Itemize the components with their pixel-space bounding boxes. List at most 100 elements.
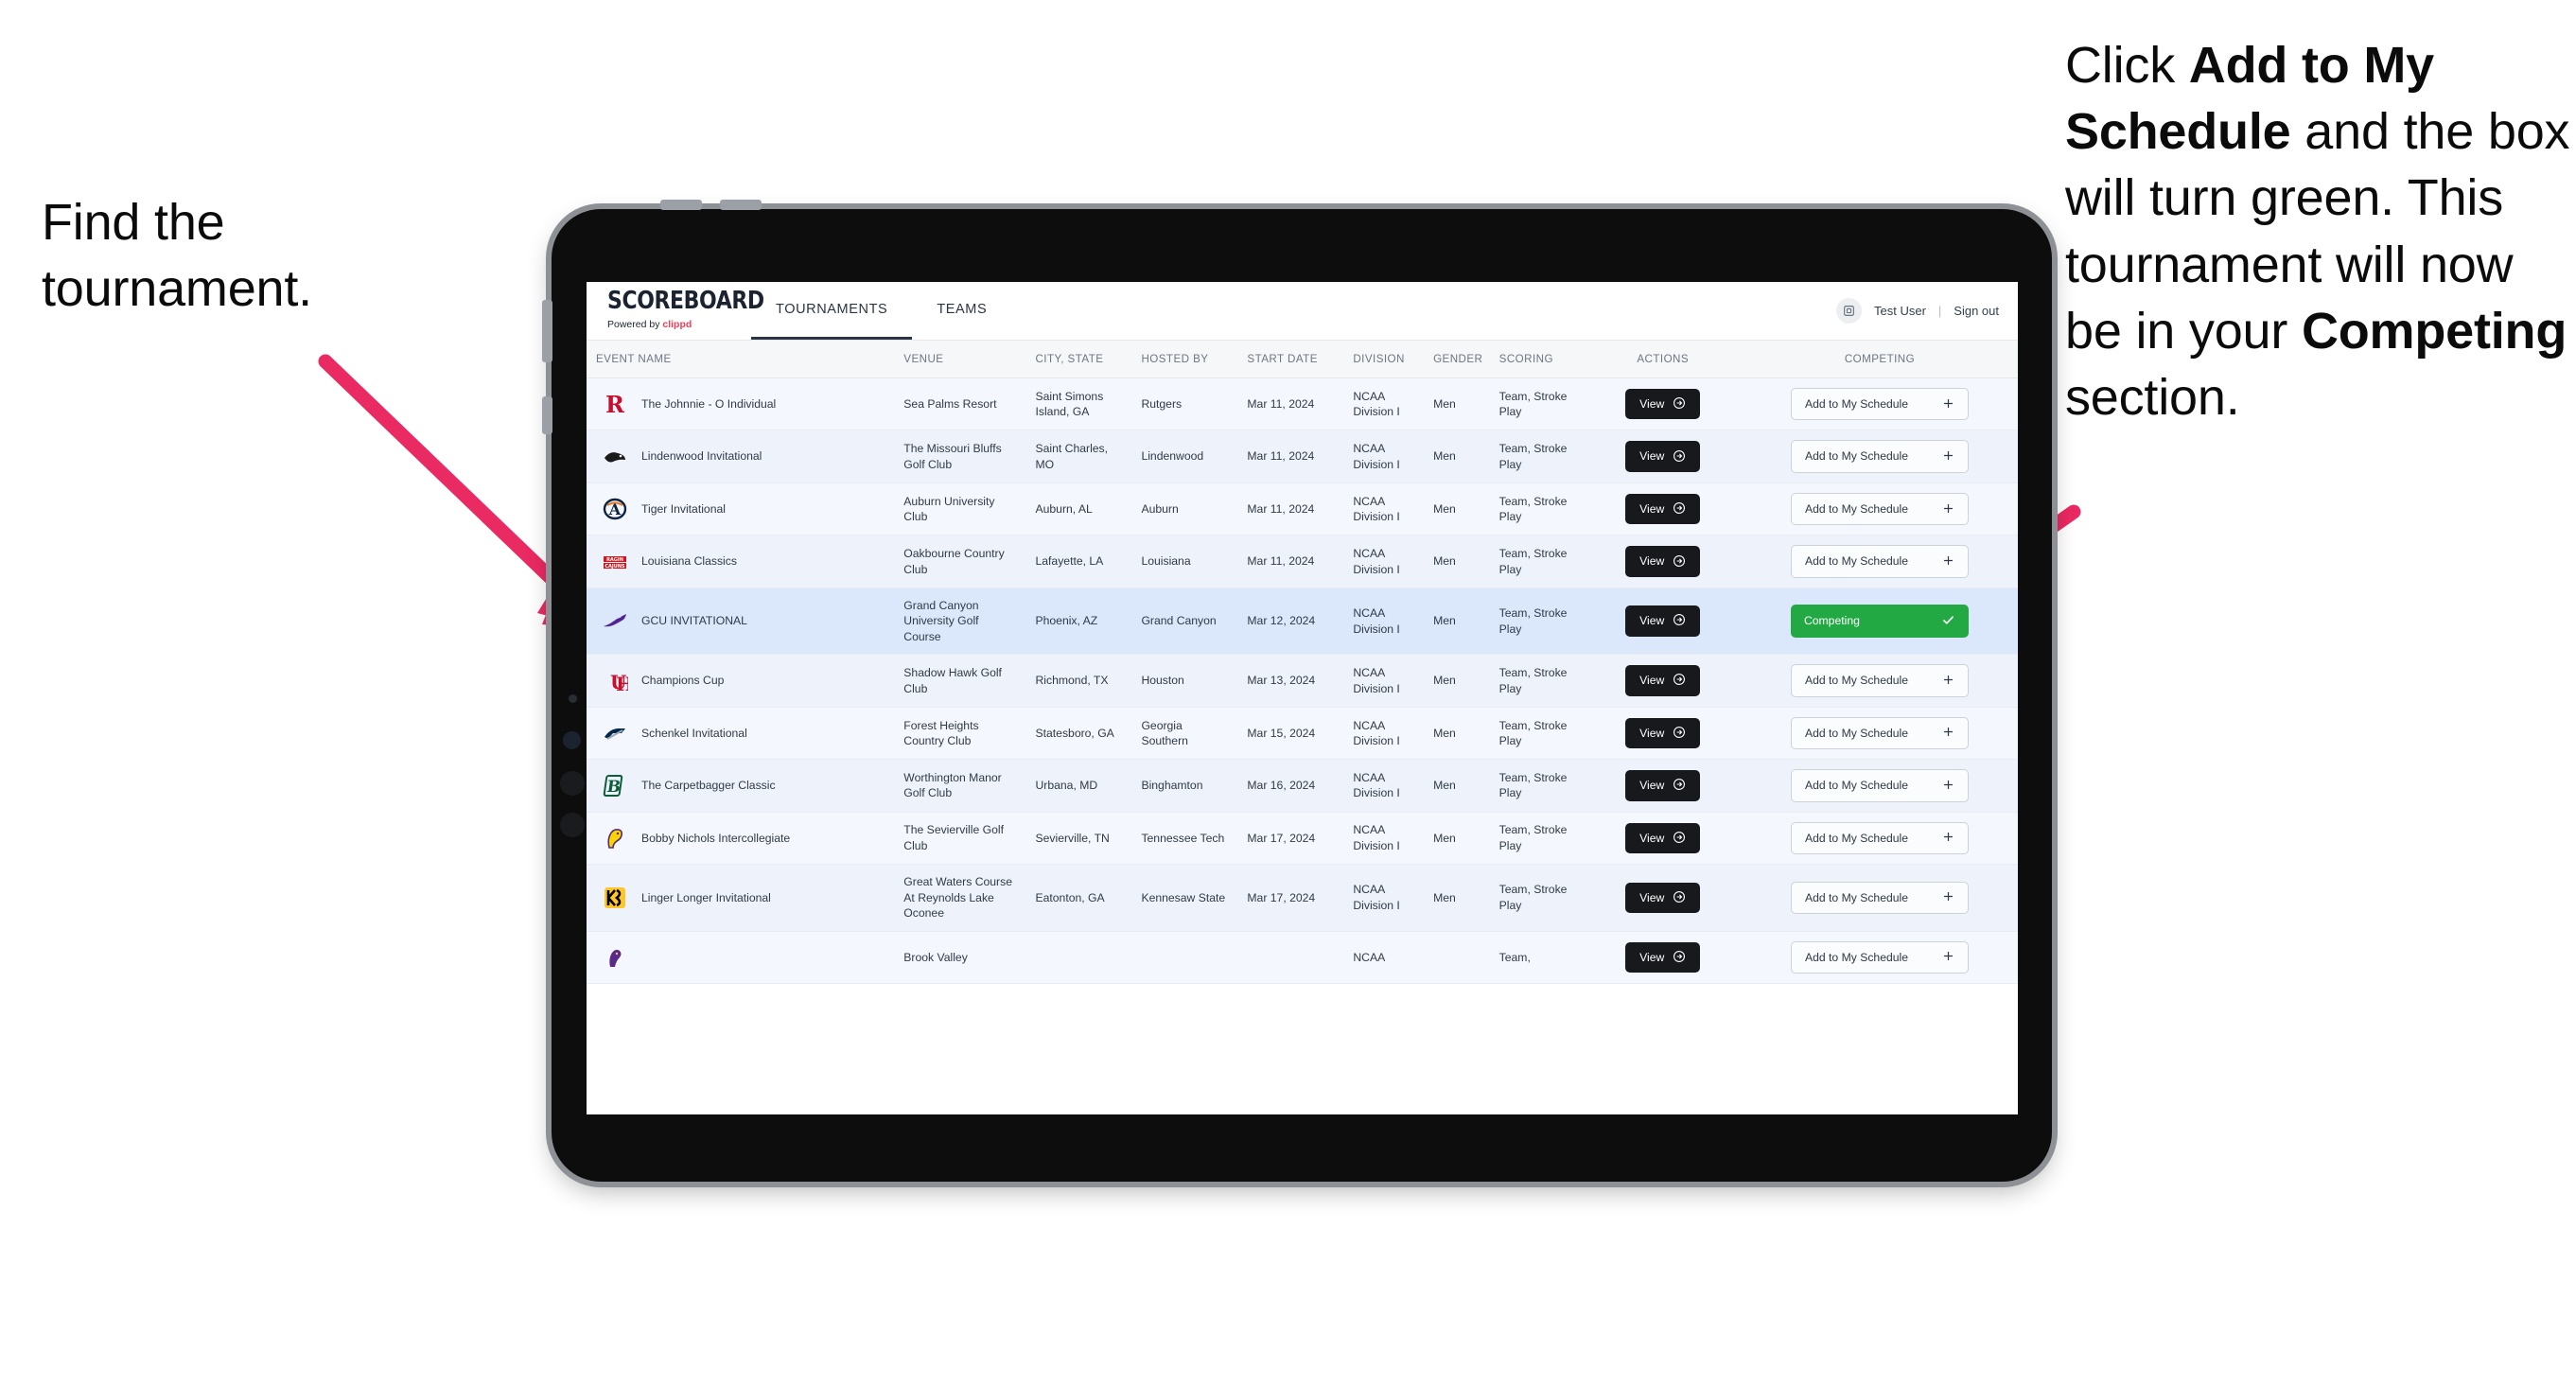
add-to-my-schedule-button[interactable]: Add to My Schedule xyxy=(1790,881,1969,915)
cell-city-state: Sevierville, TN xyxy=(1025,812,1132,866)
arrow-right-circle-icon xyxy=(1673,831,1686,846)
tablet-screen: SCOREBOARD Powered by clippd TOURNAMENTS… xyxy=(587,282,2018,1114)
arrow-right-circle-icon xyxy=(1673,778,1686,793)
view-button[interactable]: View xyxy=(1625,665,1701,696)
cell-scoring: Team, Stroke Play xyxy=(1489,535,1585,588)
cell-division: NCAA Division I xyxy=(1343,588,1425,656)
table-row[interactable]: B The Carpetbagger Classic Worthington Ma… xyxy=(587,759,2018,813)
view-button[interactable]: View xyxy=(1625,605,1701,637)
username-label[interactable]: Test User xyxy=(1874,304,1926,318)
svg-text:CAJUNS: CAJUNS xyxy=(605,564,625,570)
cell-competing: Add to My Schedule xyxy=(1741,654,2018,708)
screenshot-root: Find the tournament. Click Add to My Sch… xyxy=(0,0,2576,1386)
cell-start-date: Mar 11, 2024 xyxy=(1237,535,1344,588)
volume-down-button[interactable] xyxy=(720,200,762,210)
cell-event-name: RAGIN CAJUNS Louisiana Classics xyxy=(587,535,895,588)
add-to-my-schedule-button[interactable]: Add to My Schedule xyxy=(1790,492,1969,526)
cell-scoring: Team, Stroke Play xyxy=(1489,864,1585,932)
event-name-label: Linger Longer Invitational xyxy=(641,890,771,904)
view-button[interactable]: View xyxy=(1625,493,1701,525)
col-actions: ACTIONS xyxy=(1584,341,1742,378)
table-row[interactable]: Bobby Nichols Intercollegiate The Sevierv… xyxy=(587,812,2018,866)
view-label: View xyxy=(1639,831,1665,845)
view-button[interactable]: View xyxy=(1625,770,1701,801)
table-body: R The Johnnie - O Individual Sea Palms Re… xyxy=(587,377,2018,985)
account-area: Test User | Sign out xyxy=(1836,282,2018,340)
col-gender[interactable]: GENDER xyxy=(1424,341,1490,378)
view-label: View xyxy=(1639,950,1665,964)
annotation-right-bold-competing: Competing xyxy=(2301,302,2567,360)
view-label: View xyxy=(1639,449,1665,464)
cell-venue: Shadow Hawk Golf Club xyxy=(894,654,1026,708)
add-to-my-schedule-button[interactable]: Add to My Schedule xyxy=(1790,716,1969,750)
cell-gender: Men xyxy=(1424,535,1490,588)
col-city-state[interactable]: CITY, STATE xyxy=(1025,341,1132,378)
cell-scoring: Team, Stroke Play xyxy=(1489,759,1585,813)
add-to-my-schedule-button[interactable]: Add to My Schedule xyxy=(1790,545,1969,578)
cell-venue: Grand Canyon University Golf Course xyxy=(894,588,1026,656)
cell-hosted-by: Auburn xyxy=(1131,482,1238,536)
add-to-my-schedule-button[interactable]: Add to My Schedule xyxy=(1790,388,1969,421)
view-button[interactable]: View xyxy=(1625,546,1701,577)
table-row[interactable]: Linger Longer Invitational Great Waters C… xyxy=(587,864,2018,932)
cell-hosted-by: Louisiana xyxy=(1131,535,1238,588)
cell-scoring: Team, Stroke Play xyxy=(1489,588,1585,656)
view-button[interactable]: View xyxy=(1625,882,1701,914)
user-avatar-icon[interactable] xyxy=(1836,298,1862,324)
cell-venue: The Missouri Bluffs Golf Club xyxy=(894,430,1026,483)
cell-event-name: R The Johnnie - O Individual xyxy=(587,377,895,431)
table-row[interactable]: A Tiger Invitational Auburn University Cl… xyxy=(587,482,2018,536)
add-to-my-schedule-button[interactable]: Add to My Schedule xyxy=(1790,940,1969,974)
add-to-my-schedule-button[interactable]: Add to My Schedule xyxy=(1790,821,1969,855)
cell-actions: View xyxy=(1584,377,1742,431)
tab-tournaments[interactable]: TOURNAMENTS xyxy=(751,282,913,340)
add-to-my-schedule-label: Add to My Schedule xyxy=(1804,501,1909,516)
cell-start-date: Mar 13, 2024 xyxy=(1237,654,1344,708)
table-row[interactable]: RAGIN CAJUNS Louisiana Classics Oakbourne … xyxy=(587,535,2018,588)
view-button[interactable]: View xyxy=(1625,822,1701,854)
add-to-my-schedule-label: Add to My Schedule xyxy=(1804,554,1909,569)
competing-button[interactable]: Competing xyxy=(1790,604,1969,639)
annotation-right-pre: Click xyxy=(2065,37,2189,94)
col-scoring[interactable]: SCORING xyxy=(1489,341,1585,378)
annotation-right: Click Add to My Schedule and the box wil… xyxy=(2065,32,2576,430)
cell-hosted-by: Tennessee Tech xyxy=(1131,812,1238,866)
cell-actions: View xyxy=(1584,482,1742,536)
view-button[interactable]: View xyxy=(1625,941,1701,974)
view-button[interactable]: View xyxy=(1625,441,1701,472)
cell-event-name: B The Carpetbagger Classic xyxy=(587,759,895,813)
view-button[interactable]: View xyxy=(1625,389,1701,420)
cell-hosted-by: Rutgers xyxy=(1131,377,1238,431)
tablet-device-frame: SCOREBOARD Powered by clippd TOURNAMENTS… xyxy=(542,200,2052,1182)
cell-gender: Men xyxy=(1424,377,1490,431)
table-row[interactable]: GCU INVITATIONAL Grand Canyon University … xyxy=(587,588,2018,656)
event-name-label: Champions Cup xyxy=(641,674,725,688)
view-button[interactable]: View xyxy=(1625,717,1701,749)
add-to-my-schedule-button[interactable]: Add to My Schedule xyxy=(1790,769,1969,802)
tab-teams[interactable]: TEAMS xyxy=(912,282,1011,340)
add-to-my-schedule-button[interactable]: Add to My Schedule xyxy=(1790,440,1969,473)
power-button[interactable] xyxy=(542,300,552,362)
table-row[interactable]: Schenkel Invitational Forest Heights Coun… xyxy=(587,707,2018,761)
sign-out-link[interactable]: Sign out xyxy=(1954,304,1999,318)
volume-up-button[interactable] xyxy=(660,200,702,210)
table-row[interactable]: UH Champions Cup Shadow Hawk Golf Club Ric… xyxy=(587,654,2018,708)
col-start-date[interactable]: START DATE xyxy=(1237,341,1344,378)
add-to-my-schedule-button[interactable]: Add to My Schedule xyxy=(1790,664,1969,697)
cell-city-state: Lafayette, LA xyxy=(1025,535,1132,588)
table-row[interactable]: Lindenwood Invitational The Missouri Bluf… xyxy=(587,430,2018,483)
clippd-brand: clippd xyxy=(662,319,692,330)
table-row[interactable]: R The Johnnie - O Individual Sea Palms Re… xyxy=(587,377,2018,431)
col-hosted-by[interactable]: HOSTED BY xyxy=(1131,341,1238,378)
col-division[interactable]: DIVISION xyxy=(1343,341,1425,378)
brand-logo[interactable]: SCOREBOARD Powered by clippd xyxy=(587,282,764,340)
cell-city-state xyxy=(1025,931,1132,985)
plus-icon xyxy=(1942,502,1954,517)
col-venue[interactable]: VENUE xyxy=(894,341,1026,378)
table-row[interactable]: Brook Valley NCAA Team, View Add to My Sche… xyxy=(587,931,2018,985)
cell-competing: Add to My Schedule xyxy=(1741,377,2018,431)
cell-scoring: Team, Stroke Play xyxy=(1489,482,1585,536)
col-event-name[interactable]: EVENT NAME xyxy=(587,341,895,378)
tournaments-table-scroll[interactable]: EVENT NAME VENUE CITY, STATE HOSTED BY S… xyxy=(587,341,2018,1114)
view-label: View xyxy=(1639,554,1665,569)
